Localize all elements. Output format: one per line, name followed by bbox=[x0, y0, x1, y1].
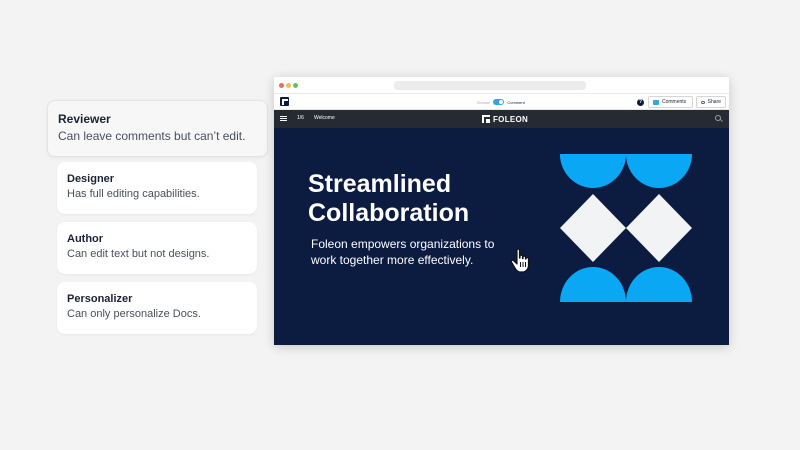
top-left-half-circle-fill bbox=[560, 154, 626, 188]
help-icon[interactable]: ? bbox=[637, 99, 644, 106]
geometric-artwork bbox=[560, 154, 692, 302]
page-name[interactable]: Welcome bbox=[314, 115, 335, 121]
doc-navbar: 1/6 Welcome FOLEON bbox=[274, 110, 729, 128]
minimize-window-button[interactable] bbox=[286, 83, 291, 88]
role-card-designer[interactable]: Designer Has full editing capabilities. bbox=[57, 162, 257, 214]
role-card-author[interactable]: Author Can edit text but not designs. bbox=[57, 222, 257, 274]
page-count: 1/6 bbox=[297, 115, 304, 121]
brand-mark-icon bbox=[482, 115, 490, 123]
mode-browse-label[interactable]: Browse bbox=[477, 100, 490, 105]
hand-cursor-icon bbox=[510, 248, 530, 273]
right-diamond bbox=[626, 194, 692, 262]
headline-line-2: Collaboration bbox=[308, 199, 470, 227]
mode-switch[interactable] bbox=[493, 99, 505, 105]
brand-name: FOLEON bbox=[493, 114, 529, 124]
share-button[interactable]: Share bbox=[696, 96, 726, 108]
bottom-right-half-circle bbox=[626, 267, 692, 302]
role-title: Personalizer bbox=[67, 293, 133, 305]
slide-stage: Streamlined Collaboration Foleon empower… bbox=[274, 128, 729, 345]
foleon-logo-icon[interactable] bbox=[280, 97, 289, 106]
slide-subtext: Foleon empowers organizations to work to… bbox=[311, 237, 495, 267]
slide-headline: Streamlined Collaboration bbox=[308, 170, 538, 228]
menu-icon[interactable] bbox=[280, 116, 287, 121]
comments-button-label: Comments bbox=[662, 99, 687, 105]
role-description: Can leave comments but can’t edit. bbox=[58, 129, 246, 143]
mode-comment-label[interactable]: Comment bbox=[507, 100, 524, 105]
mode-toggle[interactable]: Browse Comment bbox=[477, 98, 525, 106]
role-description: Can edit text but not designs. bbox=[67, 248, 210, 260]
search-icon[interactable] bbox=[715, 115, 721, 121]
comments-button[interactable]: Comments bbox=[648, 96, 693, 108]
comment-icon bbox=[653, 99, 659, 105]
role-title: Author bbox=[67, 233, 104, 245]
browser-window: Browse Comment ? Comments Share 1/6 Welc… bbox=[274, 77, 729, 345]
share-button-label: Share bbox=[707, 99, 721, 105]
maximize-window-button[interactable] bbox=[293, 83, 298, 88]
close-window-button[interactable] bbox=[279, 83, 284, 88]
left-diamond bbox=[560, 194, 626, 262]
role-description: Can only personalize Docs. bbox=[67, 308, 201, 320]
headline-line-1: Streamlined bbox=[308, 170, 452, 198]
role-title: Reviewer bbox=[58, 112, 111, 126]
role-card-personalizer[interactable]: Personalizer Can only personalize Docs. bbox=[57, 282, 257, 334]
bottom-left-half-circle bbox=[560, 267, 626, 302]
link-icon bbox=[701, 100, 705, 104]
role-card-reviewer[interactable]: Reviewer Can leave comments but can’t ed… bbox=[47, 100, 268, 157]
top-right-half-circle bbox=[626, 154, 692, 188]
editor-toolbar: Browse Comment ? Comments Share bbox=[274, 94, 729, 110]
browser-chrome bbox=[274, 77, 729, 94]
address-bar[interactable] bbox=[394, 81, 586, 90]
brand-logo: FOLEON bbox=[482, 114, 528, 124]
role-description: Has full editing capabilities. bbox=[67, 188, 200, 200]
role-title: Designer bbox=[67, 173, 115, 185]
